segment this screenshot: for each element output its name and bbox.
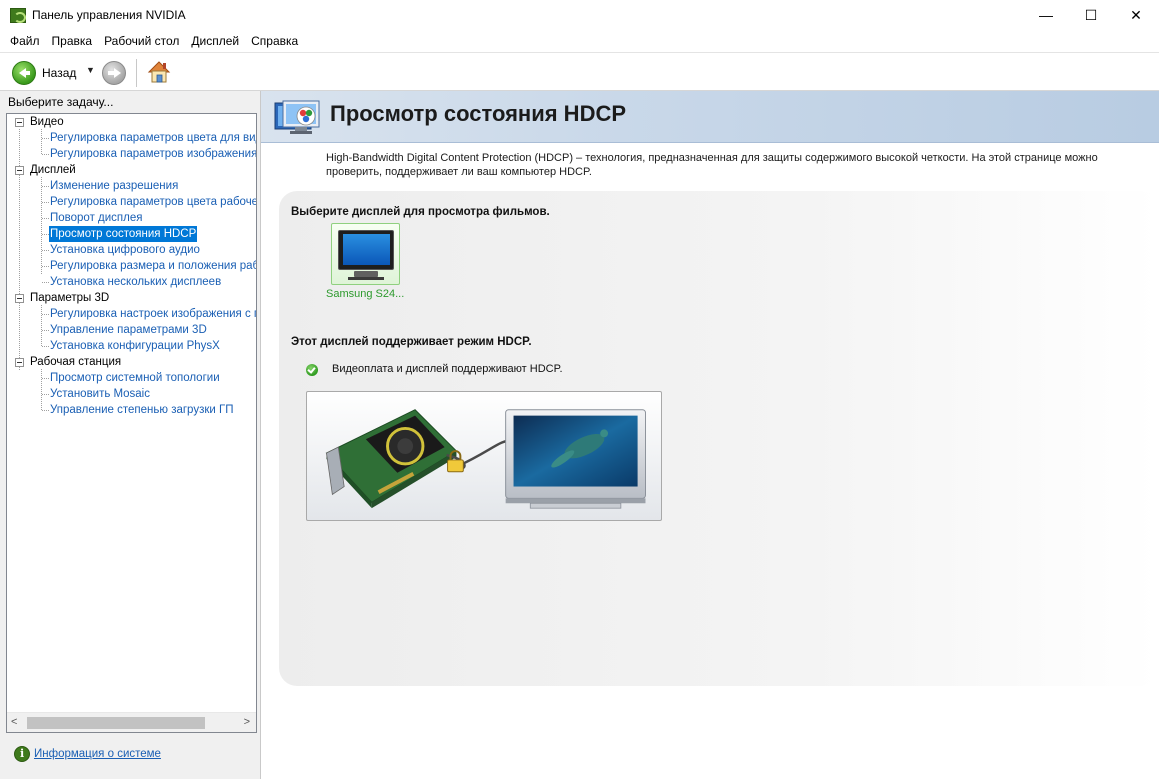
tree-branch [42,234,49,235]
tree-category-3d[interactable]: Параметры 3D [15,290,109,306]
tree-item-video-image[interactable]: Регулировка параметров изображения д [49,146,256,162]
toolbar: Назад ▼ [0,52,1159,91]
tree-line [41,129,42,154]
minimize-button[interactable]: — [1023,0,1069,30]
tree-item-mosaic[interactable]: Установить Mosaic [49,386,151,402]
tree-branch [42,330,49,331]
tree-branch [42,394,49,395]
tree-item-change-resolution[interactable]: Изменение разрешения [49,178,179,194]
task-tree: Видео Регулировка параметров цвета для в… [6,113,257,733]
tree-branch [42,282,49,283]
content-panel: Просмотр состояния HDCP High-Bandwidth D… [261,91,1159,779]
display-tile[interactable] [331,223,400,285]
tree-branch [42,346,49,347]
graphics-card-icon [325,409,458,509]
home-icon[interactable] [146,59,172,85]
tree-branch [42,410,49,411]
menu-edit[interactable]: Правка [46,30,99,52]
back-arrow-icon[interactable] [12,61,36,85]
tree-item-hdcp-status[interactable]: Просмотр состояния HDCP [49,226,198,242]
collapse-toggle-icon[interactable] [15,117,24,127]
tree-branch [42,218,49,219]
tree-branch [42,138,49,139]
tree-item-manage-3d[interactable]: Управление параметрами 3D [49,322,208,338]
page-banner: Просмотр состояния HDCP [261,91,1159,143]
page-description: High-Bandwidth Digital Content Protectio… [326,152,1098,178]
tree-line [41,305,42,346]
tree-line [41,369,42,410]
forward-arrow-icon[interactable] [102,61,126,85]
info-icon [14,746,30,762]
task-panel-header: Выберите задачу... [8,95,114,109]
page-title: Просмотр состояния HDCP [330,101,627,126]
monitor-base [348,277,384,280]
category-label: Видео [30,116,64,128]
tree-branch [42,378,49,379]
menu-bar: Файл Правка Рабочий стол Дисплей Справка [0,30,1159,52]
tree-item-gpu-utilization[interactable]: Управление степенью загрузки ГП [49,402,235,418]
tree-item-multiple-displays[interactable]: Установка нескольких дисплеев [49,274,222,290]
tree-item-desktop-size[interactable]: Регулировка размера и положения рабо [49,258,256,274]
scroll-right-arrow[interactable]: > [244,716,250,728]
display-settings-icon [274,100,320,134]
check-icon [306,364,318,376]
tree-item-desktop-color[interactable]: Регулировка параметров цвета рабочег [49,194,256,210]
monitor-icon [338,230,394,270]
tree-branch [42,154,49,155]
hdcp-support-heading: Этот дисплей поддерживает режим HDCP. [291,336,532,348]
task-panel: Выберите задачу... Видео Регулировка пар… [0,91,261,779]
back-history-dropdown[interactable]: ▼ [86,65,95,75]
toolbar-separator [136,59,137,87]
window-title: Панель управления NVIDIA [32,8,186,22]
tree-item-system-topology[interactable]: Просмотр системной топологии [49,370,221,386]
hdcp-illustration [306,391,662,521]
tree-branch [42,314,49,315]
tree-category-display[interactable]: Дисплей [15,162,76,178]
tree-branch [42,202,49,203]
hdcp-support-status: Видеоплата и дисплей поддерживают HDCP. [332,363,563,375]
tree-category-workstation[interactable]: Рабочая станция [15,354,121,370]
tree-line [41,177,42,274]
tree-category-video[interactable]: Видео [15,114,64,130]
system-info-link-row[interactable]: Информация о системе [14,746,161,762]
system-info-link[interactable]: Информация о системе [34,748,161,760]
scroll-left-arrow[interactable]: < [11,716,17,728]
back-button-label[interactable]: Назад [42,66,76,80]
collapse-toggle-icon[interactable] [15,293,24,303]
menu-help[interactable]: Справка [245,30,304,52]
category-label: Параметры 3D [30,292,110,304]
tree-branch [42,266,49,267]
tree-item-image-settings-preview[interactable]: Регулировка настроек изображения с пр [49,306,256,322]
select-display-heading: Выберите дисплей для просмотра фильмов. [291,206,550,218]
tree-item-video-color[interactable]: Регулировка параметров цвета для вид [49,130,256,146]
category-label: Дисплей [30,164,76,176]
menu-file[interactable]: Файл [4,30,46,52]
tree-branch [42,250,49,251]
display-name[interactable]: Samsung S24... [326,288,404,300]
tree-item-rotate-display[interactable]: Поворот дисплея [49,210,143,226]
category-label: Рабочая станция [30,356,122,368]
scrollbar-thumb[interactable] [27,717,205,729]
menu-display[interactable]: Дисплей [185,30,245,52]
nvidia-logo-icon [10,8,26,23]
hdtv-monitor-icon [505,409,646,509]
tree-branch [42,186,49,187]
menu-desktop[interactable]: Рабочий стол [98,30,185,52]
tree-item-physx[interactable]: Установка конфигурации PhysX [49,338,221,354]
maximize-button[interactable]: ☐ [1068,0,1114,30]
collapse-toggle-icon[interactable] [15,165,24,175]
close-button[interactable]: ✕ [1113,0,1159,30]
horizontal-scrollbar[interactable]: < > [7,712,256,732]
title-bar: Панель управления NVIDIA — ☐ ✕ [0,0,1159,30]
collapse-toggle-icon[interactable] [15,357,24,367]
tree-item-digital-audio[interactable]: Установка цифрового аудио [49,242,201,258]
